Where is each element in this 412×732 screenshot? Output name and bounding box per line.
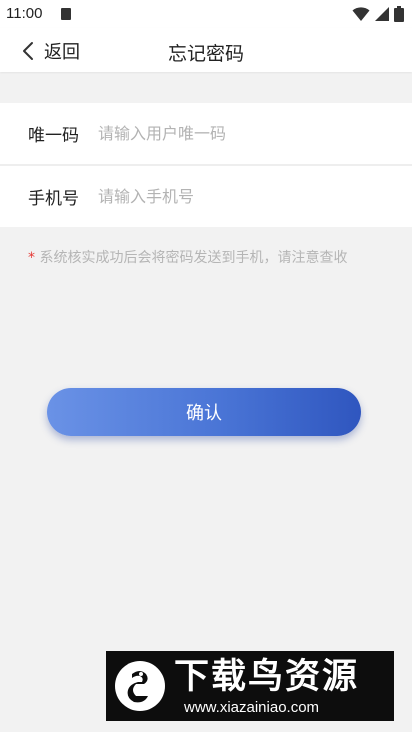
signal-icon — [375, 7, 389, 21]
unique-code-label: 唯一码 — [28, 126, 79, 146]
unique-code-row: 唯一码 — [0, 103, 412, 164]
phone-row: 手机号 — [0, 166, 412, 227]
hint-text: * 系统核实成功后会将密码发送到手机，请注意查收 — [28, 247, 398, 267]
sim-card-icon — [61, 8, 71, 20]
phone-label: 手机号 — [28, 189, 79, 209]
form-card: 唯一码 手机号 — [0, 103, 412, 227]
required-star: * — [28, 250, 35, 266]
wifi-icon — [352, 7, 370, 21]
watermark-title: 下载鸟资源 — [174, 657, 360, 697]
hint-message: 系统核实成功后会将密码发送到手机，请注意查收 — [39, 250, 348, 266]
status-bar: 11:00 — [0, 0, 412, 28]
unique-code-input[interactable] — [98, 117, 388, 150]
phone-input[interactable] — [98, 180, 388, 213]
app-header: 返回 忘记密码 — [0, 28, 412, 72]
confirm-button[interactable]: 确认 — [47, 388, 361, 436]
status-time: 11:00 — [6, 5, 43, 22]
bird-logo-icon — [115, 661, 165, 711]
page-title: 忘记密码 — [167, 43, 244, 65]
watermark-banner: 下载鸟资源 www.xiazainiao.com — [106, 651, 394, 721]
watermark-url: www.xiazainiao.com — [184, 699, 320, 716]
battery-icon — [394, 6, 404, 22]
status-icons — [352, 6, 404, 22]
